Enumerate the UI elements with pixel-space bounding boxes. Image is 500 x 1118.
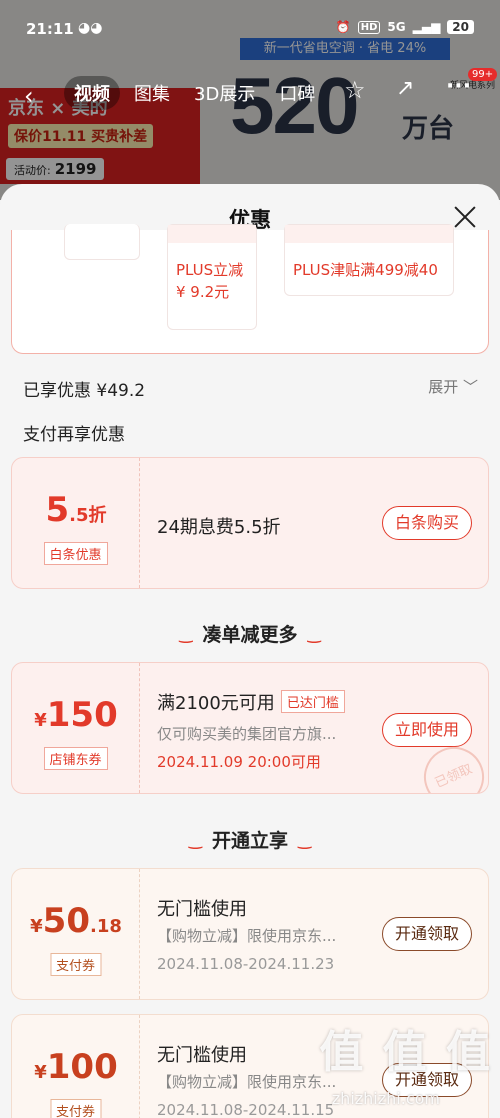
coupon-amount: ¥150 bbox=[12, 695, 140, 735]
coupon-condition: 无门槛使用 bbox=[157, 899, 247, 920]
baitiao-buy-button[interactable]: 白条购买 bbox=[381, 506, 472, 540]
coupon-tag: 店铺东券 bbox=[43, 747, 108, 770]
coupon-left: ¥100 支付券 bbox=[12, 1015, 140, 1118]
section-title: 开通立享 bbox=[211, 830, 288, 852]
tab-video[interactable]: 视频 bbox=[64, 76, 120, 110]
coupon-valid-time: 2024.11.08-2024.11.23 bbox=[157, 955, 335, 973]
pay-discount-title: 支付再享优惠 bbox=[23, 425, 125, 445]
currency-symbol: ¥ bbox=[34, 710, 47, 731]
status-bar: 21:11 ◕◕ ⏰ HD 5G ▂▄▆ 20 bbox=[0, 0, 500, 40]
more-icon[interactable]: ··· bbox=[446, 74, 471, 99]
smile-icon: ‿ bbox=[179, 624, 193, 643]
section-title: 凑单减更多 bbox=[202, 624, 298, 646]
coupon-valid-time: 2024.11.09 20:00可用 bbox=[157, 753, 321, 771]
product-nav-bar: ‹ 视频 图集 3D展示 口碑 ☆ ↗ ··· 99+ bbox=[0, 68, 500, 114]
smile-icon: ‿ bbox=[307, 624, 321, 643]
amount-decimal: .5 bbox=[69, 505, 89, 526]
coupon-scope: 仅可购买美的集团官方旗... bbox=[157, 725, 337, 743]
plus-reduce-amount: ¥ 9.2元 bbox=[176, 283, 230, 301]
network-label: 5G bbox=[387, 20, 406, 34]
amount-value: 100 bbox=[46, 1047, 118, 1087]
status-time: 21:11 bbox=[26, 20, 74, 38]
share-icon[interactable]: ↗ bbox=[396, 76, 414, 101]
coupon-tag: 支付券 bbox=[49, 1099, 102, 1118]
coupon-left: 5.5折 白条优惠 bbox=[12, 458, 140, 588]
coupon-condition: 满2100元可用 已达门槛 bbox=[157, 689, 345, 715]
currency-symbol: ¥ bbox=[30, 916, 43, 937]
threshold-badge: 已达门槛 bbox=[280, 690, 345, 713]
expand-toggle[interactable]: 展开 ﹀ bbox=[428, 376, 478, 397]
coupon-condition: 无门槛使用 bbox=[157, 1045, 247, 1066]
amount-decimal: .18 bbox=[89, 916, 122, 937]
section-head-activate: ‿ 开通立享 ‿ bbox=[0, 826, 500, 853]
battery-icon: 20 bbox=[447, 20, 474, 34]
media-tabs: 视频 图集 3D展示 口碑 bbox=[64, 76, 325, 110]
coupon-tag: 白条优惠 bbox=[43, 542, 108, 565]
site-watermark: 值 值 值 bbox=[319, 1027, 492, 1078]
coupon-scope: 【购物立减】限使用京东... bbox=[157, 927, 337, 945]
plus-reduce-label: PLUS立减 bbox=[176, 261, 244, 279]
coupon-mini-plus-reduce[interactable]: PLUS立减 ¥ 9.2元 bbox=[167, 224, 257, 330]
status-icons: ⏰ HD 5G ▂▄▆ 20 bbox=[336, 20, 474, 34]
amount-unit: 折 bbox=[88, 505, 107, 526]
plus-subsidy-label: PLUS津贴满499减40 bbox=[293, 261, 438, 279]
coupon-valid-time: 2024.11.08-2024.11.15 bbox=[157, 1101, 335, 1118]
site-watermark-url: zhizhizhi.com bbox=[331, 1089, 440, 1108]
hd-icon: HD bbox=[357, 20, 381, 34]
enjoyed-discount: 已享优惠 ¥49.2 bbox=[23, 381, 146, 401]
close-icon[interactable] bbox=[450, 202, 480, 232]
discount-sheet: 优惠 PLUS立减 ¥ 9.2元 PLUS津贴满499减40 已享优惠 ¥49.… bbox=[0, 184, 500, 1118]
coupon-mini-plus-subsidy[interactable]: PLUS津贴满499减40 bbox=[284, 224, 454, 296]
smile-icon: ‿ bbox=[298, 830, 312, 849]
section-head-more: ‿ 凑单减更多 ‿ bbox=[0, 620, 500, 647]
coupon-mini-a[interactable] bbox=[64, 224, 140, 260]
coupon-amount: ¥100 bbox=[12, 1047, 140, 1087]
coupon-desc: 24期息费5.5折 bbox=[157, 517, 281, 538]
use-now-button[interactable]: 立即使用 bbox=[381, 713, 472, 747]
currency-symbol: ¥ bbox=[34, 1062, 47, 1083]
tab-gallery[interactable]: 图集 bbox=[124, 76, 180, 110]
activate-claim-button[interactable]: 开通领取 bbox=[381, 917, 472, 951]
coupon-left: ¥50.18 支付券 bbox=[12, 869, 140, 999]
amount-value: 50 bbox=[42, 901, 90, 941]
coupon-amount: 5.5折 bbox=[12, 490, 140, 530]
pay-coupon-card: ¥50.18 支付券 无门槛使用 【购物立减】限使用京东... 2024.11.… bbox=[11, 868, 489, 1000]
condition-text: 满2100元可用 bbox=[157, 693, 275, 714]
smile-icon: ‿ bbox=[188, 830, 202, 849]
back-arrow-icon[interactable]: ‹ bbox=[24, 82, 34, 110]
wechat-icon: ◕◕ bbox=[78, 20, 103, 36]
message-badge: 99+ bbox=[468, 68, 498, 81]
signal-icon: ▂▄▆ bbox=[412, 20, 441, 34]
amount-value: 150 bbox=[46, 695, 118, 735]
store-coupon-card: ¥150 店铺东券 满2100元可用 已达门槛 仅可购买美的集团官方旗... 20… bbox=[11, 662, 489, 794]
tab-3d[interactable]: 3D展示 bbox=[184, 76, 265, 110]
tab-reviews[interactable]: 口碑 bbox=[269, 76, 325, 110]
coupon-tag: 支付券 bbox=[49, 953, 102, 976]
coupon-scope: 【购物立减】限使用京东... bbox=[157, 1073, 337, 1091]
favorite-star-icon[interactable]: ☆ bbox=[344, 76, 366, 104]
applied-coupons-card: PLUS立减 ¥ 9.2元 PLUS津贴满499减40 bbox=[11, 224, 489, 354]
baitiao-coupon-card: 5.5折 白条优惠 24期息费5.5折 白条购买 bbox=[11, 457, 489, 589]
coupon-left: ¥150 店铺东券 bbox=[12, 663, 140, 793]
amount-value: 5 bbox=[45, 490, 70, 530]
coupon-amount: ¥50.18 bbox=[12, 901, 140, 941]
alarm-icon: ⏰ bbox=[335, 20, 351, 34]
